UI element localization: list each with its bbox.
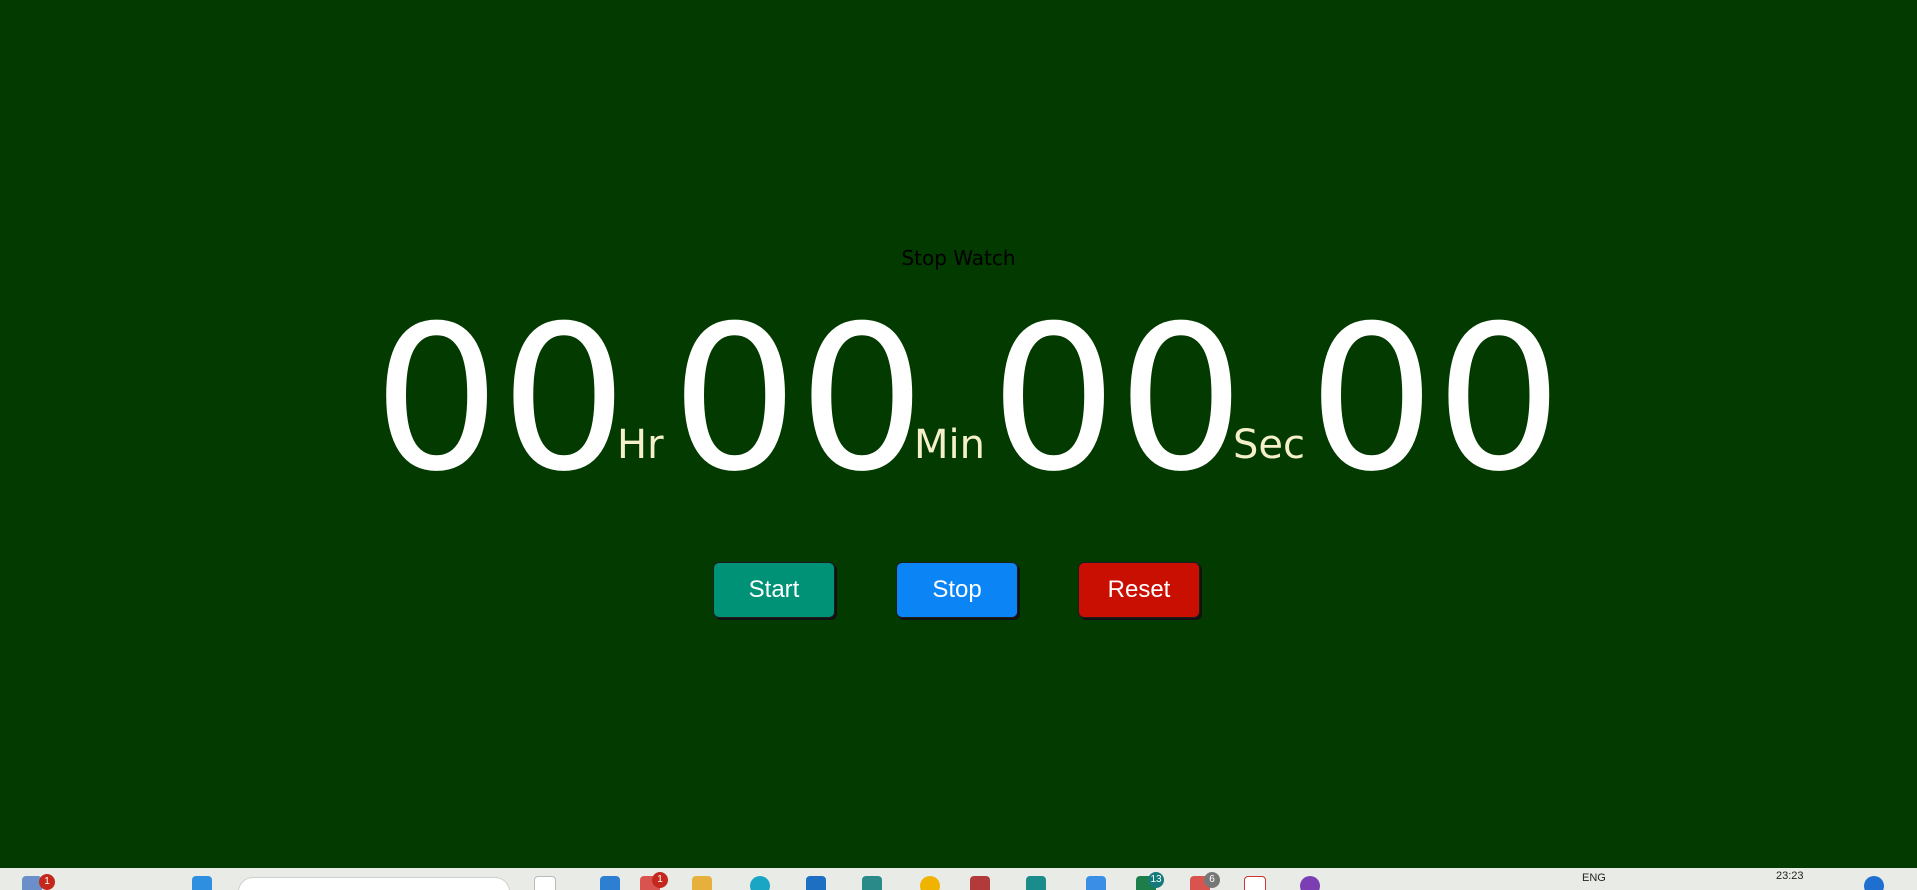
app-circle-icon[interactable] bbox=[1300, 876, 1320, 890]
docs-icon[interactable] bbox=[1086, 876, 1106, 890]
hours-unit-label: Hr bbox=[617, 422, 664, 468]
stopwatch-display: 00 Hr 00 Min 00 Sec 00 bbox=[373, 300, 1563, 500]
reset-button[interactable]: Reset bbox=[1078, 562, 1200, 618]
seconds-unit-label: Sec bbox=[1233, 422, 1305, 468]
whatsapp-badge: 13 bbox=[1148, 872, 1164, 888]
stopwatch-page: Stop Watch 00 Hr 00 Min 00 Sec 00 Start … bbox=[0, 0, 1917, 890]
stop-button[interactable]: Stop bbox=[896, 562, 1018, 618]
taskbar-search-input[interactable] bbox=[238, 877, 510, 890]
page-title: Stop Watch bbox=[901, 246, 1016, 270]
minutes-unit-label: Min bbox=[914, 422, 985, 468]
widgets-badge: 1 bbox=[39, 874, 55, 890]
taskbar: 1 1 13 6 ENG 23:23 bbox=[0, 868, 1917, 890]
notification-icon[interactable] bbox=[1864, 876, 1884, 890]
minutes-display: 00 bbox=[671, 283, 926, 516]
app-icon[interactable] bbox=[862, 876, 882, 890]
start-menu-icon[interactable] bbox=[192, 876, 212, 890]
mail-icon[interactable] bbox=[970, 876, 990, 890]
edge-icon[interactable] bbox=[750, 876, 770, 890]
browser-badge: 6 bbox=[1204, 872, 1220, 888]
task-view-icon[interactable] bbox=[534, 876, 556, 890]
centiseconds-display: 00 bbox=[1308, 283, 1563, 516]
store-icon[interactable] bbox=[806, 876, 826, 890]
calendar-icon[interactable] bbox=[1244, 876, 1266, 890]
terminal-icon[interactable] bbox=[1026, 876, 1046, 890]
language-indicator[interactable]: ENG bbox=[1582, 872, 1606, 884]
vscode-icon[interactable] bbox=[600, 876, 620, 890]
file-explorer-icon[interactable] bbox=[692, 876, 712, 890]
sun-icon[interactable] bbox=[920, 876, 940, 890]
start-button[interactable]: Start bbox=[713, 562, 835, 618]
chrome-badge: 1 bbox=[652, 872, 668, 888]
hours-display: 00 bbox=[373, 283, 628, 516]
seconds-display: 00 bbox=[990, 283, 1245, 516]
clock-time[interactable]: 23:23 bbox=[1776, 870, 1804, 882]
